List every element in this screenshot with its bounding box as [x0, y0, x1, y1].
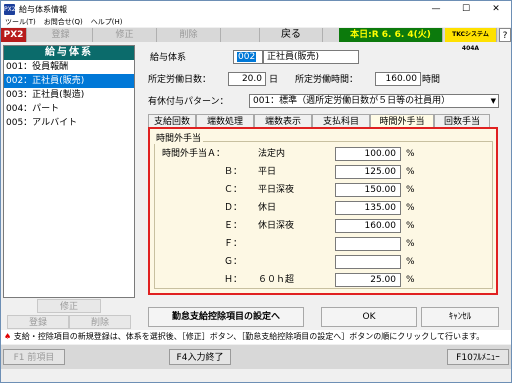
tab-overtime[interactable]: 時間外手当 [370, 114, 434, 128]
overtime-rate-input[interactable] [335, 255, 401, 269]
toolbar: PX2 登録 修正 削除 戻る 本日:R 6. 6. 4(火) TKCシステム4… [1, 28, 511, 52]
register-button[interactable]: 登録 [29, 28, 93, 42]
tab-strip: 支給回数 端数処理 端数表示 支払科目 時間外手当 回数手当 [148, 114, 490, 128]
overtime-prefix: 時間外手当Ａ： [162, 149, 226, 159]
overtime-name: 法定内 [258, 149, 286, 159]
deduction-settings-button[interactable]: 勤怠支給控除項目の設定へ [148, 307, 304, 327]
menu-inquiry[interactable]: お問合せ(Q) [44, 17, 83, 27]
leave-pattern-select[interactable]: 001：標準（週所定労働日数が５日等の社員用） ▼ [249, 94, 499, 108]
overtime-group [154, 141, 493, 289]
system-list-header: 給与体系 [4, 46, 134, 60]
overtime-key: Ｃ： [224, 185, 243, 195]
system-code-input[interactable]: 002 [233, 50, 263, 64]
overtime-rate-input[interactable]: 135.00 [335, 201, 401, 215]
percent-unit: % [406, 203, 415, 213]
list-item[interactable]: 005：アルバイト [4, 116, 134, 130]
app-icon: PX2 [4, 3, 16, 15]
overtime-key: Ｈ： [224, 275, 243, 285]
list-item[interactable]: 001：役員報酬 [4, 60, 134, 74]
overtime-name: ６０ｈ超 [258, 275, 295, 285]
days-label: 所定労働日数： [148, 75, 212, 85]
tab-payment-count[interactable]: 支給回数 [148, 114, 196, 128]
menu-tools[interactable]: ツール(T) [5, 17, 36, 27]
leave-pattern-value: 001：標準（週所定労働日数が５日等の社員用） [253, 96, 451, 106]
list-item[interactable]: 002：正社員(販売) [4, 74, 134, 88]
px2-badge: PX2 [1, 28, 27, 42]
percent-unit: % [406, 185, 415, 195]
overtime-rate-input[interactable]: 25.00 [335, 273, 401, 287]
system-name-field: 正社員(販売) [263, 50, 359, 64]
overtime-rate-input[interactable]: 100.00 [335, 147, 401, 161]
percent-unit: % [406, 149, 415, 159]
status-mark-icon: ♠ [4, 332, 12, 341]
tab-rounding-display[interactable]: 端数表示 [254, 114, 312, 128]
f10-full-menu-button[interactable]: F10ﾌﾙﾒﾆｭｰ [447, 349, 509, 365]
overtime-name: 平日 [258, 167, 277, 177]
today-date: 本日:R 6. 6. 4(火) [339, 28, 443, 42]
title-bar: PX2 給与体系情報 — ☐ ✕ [1, 1, 511, 17]
function-key-bar: F1 前項目 F4入力終了 F10ﾌﾙﾒﾆｭｰ [1, 345, 511, 369]
hours-label: 所定労働時間： [295, 75, 359, 85]
hours-unit: 時間 [422, 75, 441, 85]
overtime-rate-input[interactable] [335, 237, 401, 251]
percent-unit: % [406, 257, 415, 267]
window-title: 給与体系情報 [19, 4, 67, 14]
tkc-badge: TKCシステム404A [445, 28, 497, 52]
system-label: 給与体系 [150, 53, 187, 63]
percent-unit: % [406, 221, 415, 231]
status-message: 支給・控除項目の新規登録は、体系を選択後、［修正］ボタン、［勤怠支給控除項目の設… [13, 332, 485, 341]
overtime-name: 平日深夜 [258, 185, 295, 195]
ok-button[interactable]: OK [321, 307, 417, 327]
left-modify-button[interactable]: 修正 [37, 299, 101, 313]
menu-help[interactable]: ヘルプ(H) [91, 17, 123, 27]
overtime-group-title: 時間外手当 [154, 131, 204, 144]
tab-rounding[interactable]: 端数処理 [196, 114, 254, 128]
minimize-icon[interactable]: — [421, 1, 451, 17]
list-item[interactable]: 004：パート [4, 102, 134, 116]
system-list-panel: 給与体系 001：役員報酬 002：正社員(販売) 003：正社員(製造) 00… [3, 45, 135, 298]
tab-payment-accounts[interactable]: 支払科目 [312, 114, 370, 128]
overtime-key: Ｇ： [224, 257, 243, 267]
menu-bar: ツール(T) お問合せ(Q) ヘルプ(H) [1, 17, 511, 27]
overtime-key: Ｄ： [224, 203, 243, 213]
f4-finish-input-button[interactable]: F4入力終了 [169, 349, 231, 365]
left-register-button[interactable]: 登録 [7, 315, 69, 329]
overtime-key: Ｆ： [224, 239, 243, 249]
help-icon[interactable]: ? [499, 28, 511, 42]
percent-unit: % [406, 239, 415, 249]
tab-count-allowance[interactable]: 回数手当 [434, 114, 490, 128]
percent-unit: % [406, 275, 415, 285]
cancel-button[interactable]: ｷｬﾝｾﾙ [421, 307, 499, 327]
list-item[interactable]: 003：正社員(製造) [4, 88, 134, 102]
overtime-panel: 時間外手当 時間外手当Ａ： 法定内 100.00 % Ｂ： 平日 125.00 … [148, 127, 498, 295]
hours-input[interactable]: 160.00 [375, 72, 421, 86]
overtime-key: Ｅ： [224, 221, 243, 231]
delete-button[interactable]: 削除 [157, 28, 221, 42]
overtime-key: Ｂ： [224, 167, 243, 177]
overtime-rate-input[interactable]: 150.00 [335, 183, 401, 197]
application-window: PX2 給与体系情報 — ☐ ✕ ツール(T) お問合せ(Q) ヘルプ(H) P… [0, 0, 512, 383]
f1-prev-item-button[interactable]: F1 前項目 [3, 349, 65, 365]
overtime-name: 休日 [258, 203, 277, 213]
percent-unit: % [406, 167, 415, 177]
leave-pattern-label: 有休付与パターン： [148, 97, 229, 107]
system-code-value: 002 [237, 52, 257, 62]
maximize-icon[interactable]: ☐ [451, 1, 481, 17]
overtime-rate-input[interactable]: 160.00 [335, 219, 401, 233]
overtime-name: 休日深夜 [258, 221, 295, 231]
chevron-down-icon[interactable]: ▼ [491, 95, 496, 107]
close-icon[interactable]: ✕ [481, 1, 511, 17]
back-button[interactable]: 戻る [259, 28, 323, 42]
overtime-rate-input[interactable]: 125.00 [335, 165, 401, 179]
left-delete-button[interactable]: 削除 [69, 315, 131, 329]
window-controls: — ☐ ✕ [421, 1, 511, 17]
modify-button[interactable]: 修正 [93, 28, 157, 42]
days-unit: 日 [269, 75, 279, 85]
days-input[interactable]: 20.0 [228, 72, 266, 86]
status-bar: ♠ 支給・控除項目の新規登録は、体系を選択後、［修正］ボタン、［勤怠支給控除項目… [1, 330, 511, 344]
